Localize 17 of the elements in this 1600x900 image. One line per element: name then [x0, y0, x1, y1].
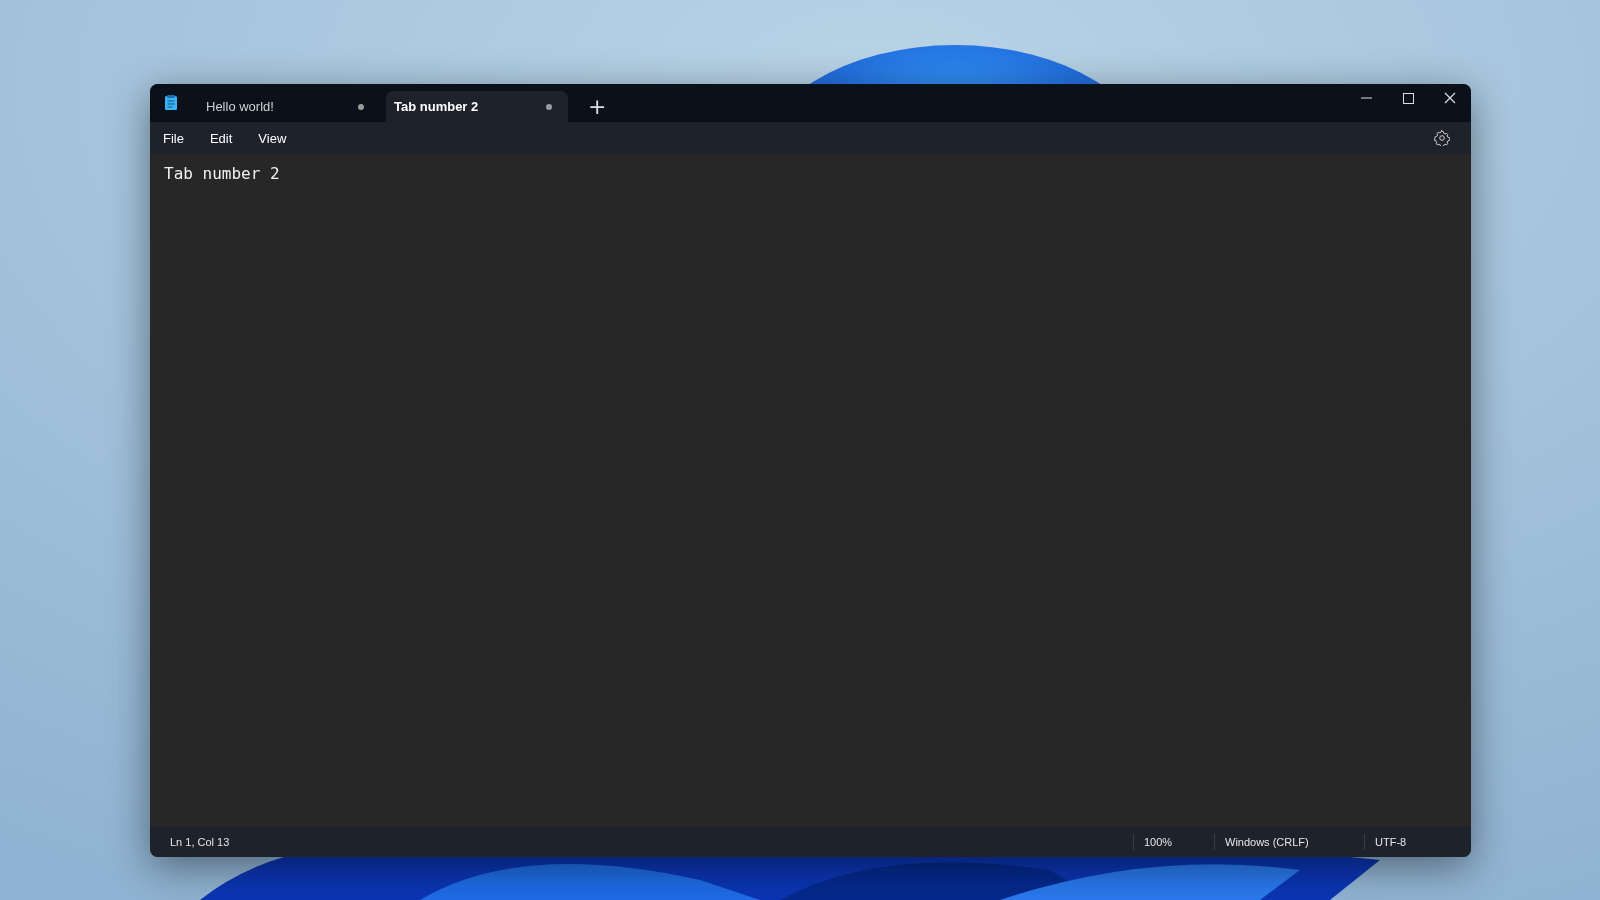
- settings-icon: [1434, 130, 1450, 146]
- cursor-position: Ln 1, Col 13: [170, 836, 231, 848]
- maximize-icon: [1402, 92, 1414, 104]
- zoom-level: 100%: [1144, 836, 1173, 848]
- minimize-icon: [1360, 97, 1372, 99]
- document-tab[interactable]: Tab number 2: [386, 91, 568, 122]
- document-tab[interactable]: Hello world!: [198, 91, 380, 122]
- menu-item[interactable]: File: [154, 126, 193, 150]
- menu-item[interactable]: Edit: [200, 126, 242, 150]
- document-text: Tab number 2: [164, 164, 280, 183]
- text-area[interactable]: Tab number 2: [150, 154, 1471, 827]
- notepad-icon: [164, 95, 178, 111]
- encoding: UTF-8: [1375, 836, 1407, 848]
- new-tab-button[interactable]: +: [582, 91, 613, 122]
- menu-item[interactable]: View: [249, 126, 296, 150]
- line-ending: Windows (CRLF): [1225, 836, 1309, 848]
- close-icon: [1444, 92, 1456, 104]
